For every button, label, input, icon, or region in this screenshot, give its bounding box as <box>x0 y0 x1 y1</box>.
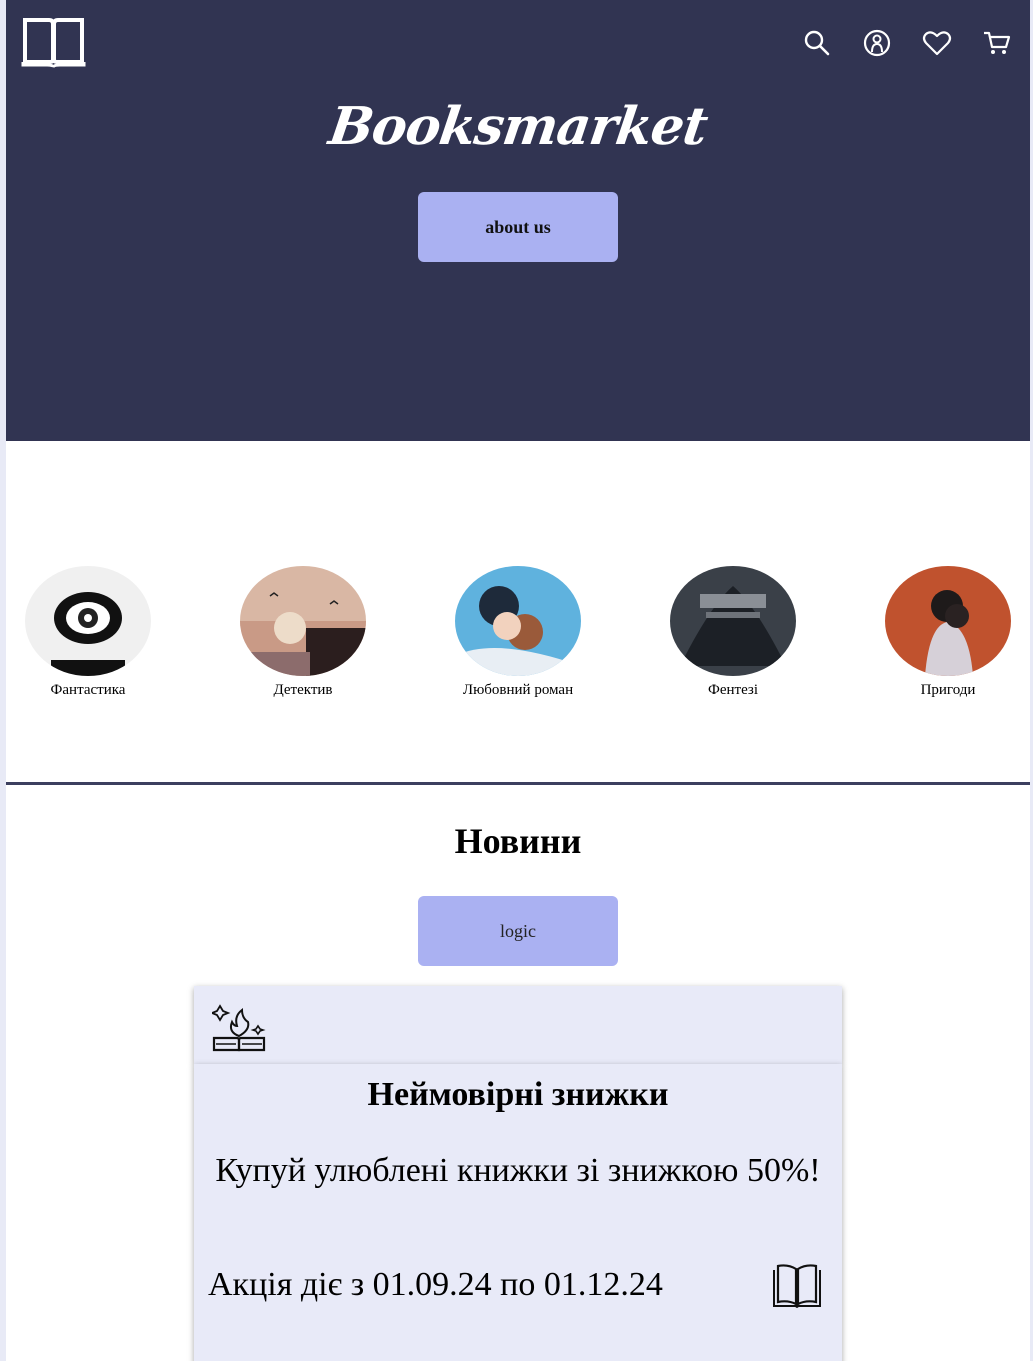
category-image <box>455 566 581 676</box>
open-book-icon[interactable] <box>772 1260 822 1310</box>
cart-icon[interactable] <box>982 28 1012 58</box>
promo-card-header <box>194 986 842 1064</box>
promo-card: Неймовірні знижки Купуй улюблені книжки … <box>194 1064 842 1361</box>
category-label: Фантастика <box>50 682 126 698</box>
heart-icon[interactable] <box>922 28 952 58</box>
category-item-fentezi[interactable]: Фентезі <box>651 566 815 699</box>
promo-subtitle: Купуй улюблені книжки зі знижкою 50%! <box>215 1152 821 1189</box>
hero-header: Booksmarket about us <box>6 0 1030 441</box>
category-item-pryhody[interactable]: Пригоди <box>866 566 1030 699</box>
user-icon[interactable] <box>862 28 892 58</box>
category-item-fantastyka[interactable]: Фантастика <box>6 566 170 699</box>
category-label: Фентезі <box>707 682 759 698</box>
category-item-lyubovnyi-roman[interactable]: Любовний роман <box>436 566 600 699</box>
promo-title: Неймовірні знижки <box>367 1076 669 1113</box>
promo-date: Акція діє з 01.09.24 по 01.12.24 <box>208 1266 663 1303</box>
category-image <box>885 566 1011 676</box>
category-label: Пригоди <box>920 682 976 698</box>
section-divider <box>6 782 1030 785</box>
about-us-button[interactable]: about us <box>418 192 618 262</box>
nav-icons <box>802 28 1012 58</box>
book-logo-icon[interactable] <box>21 16 86 68</box>
brand-title: Booksmarket <box>325 96 711 157</box>
category-label: Детектив <box>273 682 333 698</box>
category-image <box>670 566 796 676</box>
category-image <box>25 566 151 676</box>
logic-button[interactable]: logic <box>418 896 618 966</box>
search-icon[interactable] <box>802 28 832 58</box>
category-item-detektyv[interactable]: Детектив <box>221 566 385 699</box>
category-list: Фантастика Детектив Любовний роман Фенте… <box>6 566 1030 706</box>
page: Booksmarket about us Фантастика Детектив… <box>6 0 1030 1361</box>
sparkle-book-icon <box>212 1004 266 1052</box>
category-label: Любовний роман <box>462 682 574 698</box>
category-image <box>240 566 366 676</box>
news-title: Новини <box>454 821 582 861</box>
